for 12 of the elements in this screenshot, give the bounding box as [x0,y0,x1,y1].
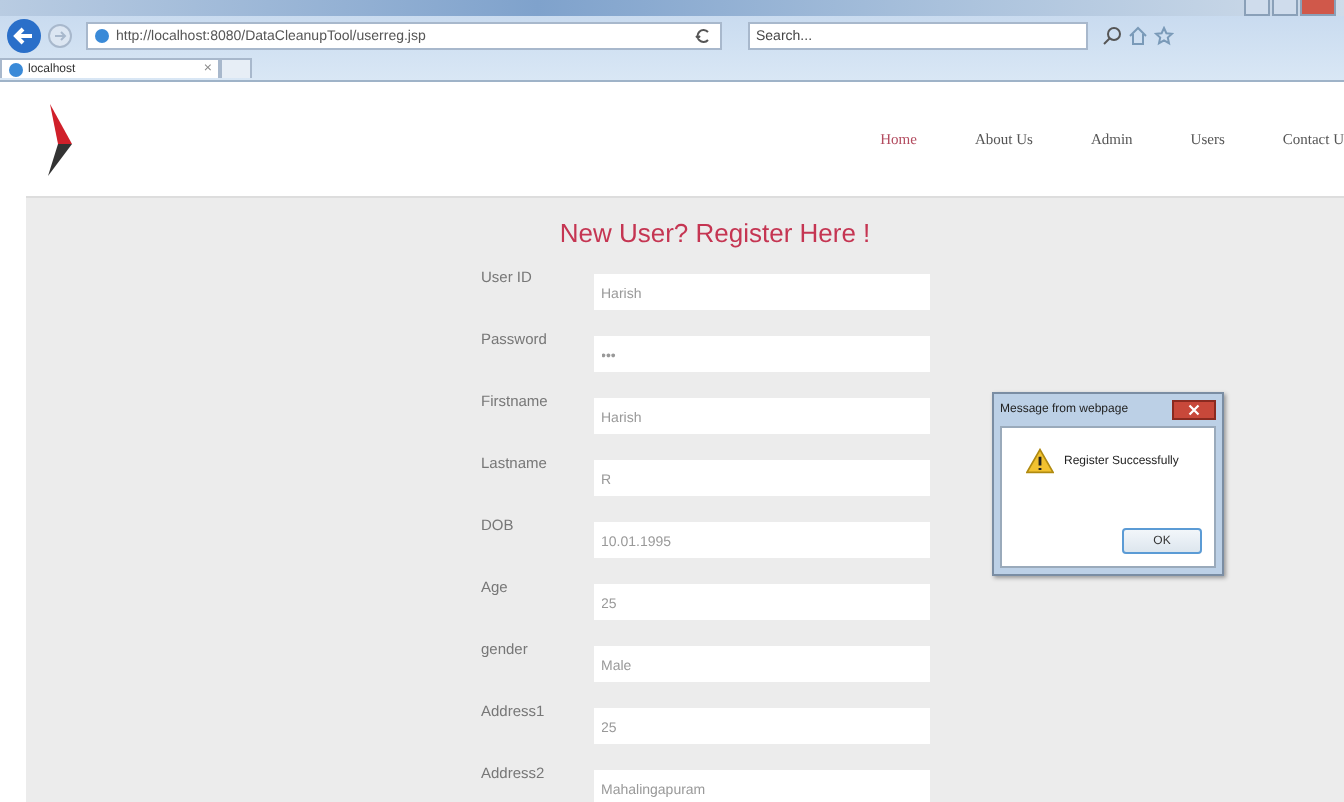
page-icon [94,28,110,44]
forward-icon[interactable] [48,24,72,48]
close-button[interactable] [1172,400,1216,420]
refresh-icon[interactable] [694,28,714,44]
warning-icon [1026,448,1054,474]
star-icon[interactable] [1154,26,1174,46]
form-title: New User? Register Here ! [559,218,871,248]
logo-icon [46,103,74,175]
back-icon[interactable] [6,18,42,54]
search-icon[interactable] [1102,26,1122,46]
page-icon [8,61,24,77]
new-tab-button[interactable] [220,58,252,78]
